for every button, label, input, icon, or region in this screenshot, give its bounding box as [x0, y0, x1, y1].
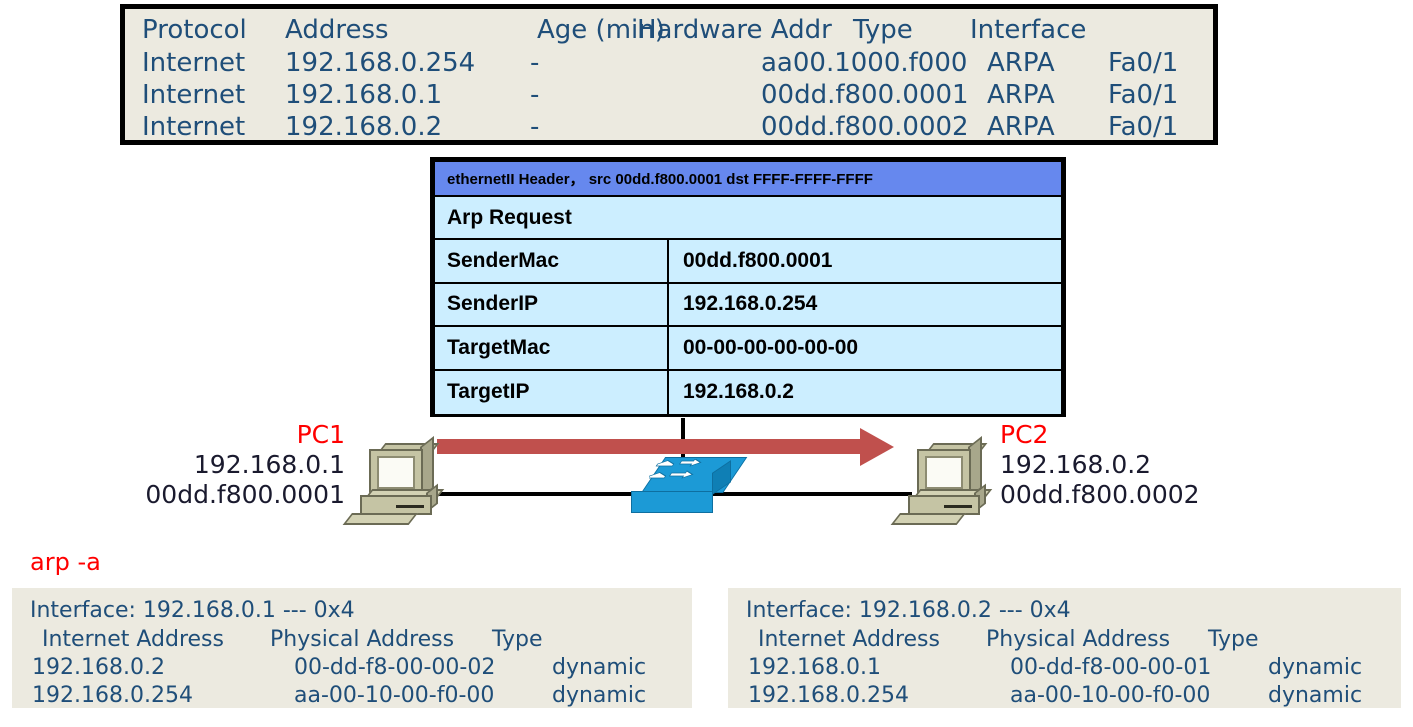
flow-arrow-shaft	[437, 439, 862, 454]
pc1-mac: 00dd.f800.0001	[145, 480, 345, 509]
host-arp-header-row: Internet Address Physical Address Type	[728, 625, 1401, 654]
cell-protocol: Internet	[142, 80, 246, 110]
table-row: 192.168.0.2 00-dd-f8-00-00-02 dynamic	[12, 653, 692, 682]
field-value: 192.168.0.2	[683, 380, 794, 404]
switch-icon	[631, 457, 748, 517]
column-header-internet-address: Internet Address	[42, 627, 224, 652]
cell-physical-address: 00-dd-f8-00-00-01	[1010, 655, 1212, 680]
field-key: TargetIP	[435, 370, 669, 414]
cell-address: 192.168.0.2	[285, 112, 443, 142]
cell-age: -	[530, 112, 540, 142]
column-header-protocol: Protocol	[142, 15, 247, 45]
host-arp-cache-pc2: Interface: 192.168.0.2 --- 0x4 Internet …	[728, 588, 1401, 708]
table-row: Internet 192.168.0.254 - aa00.1000.f000 …	[125, 48, 1213, 78]
cell-hardware-addr: aa00.1000.f000	[761, 48, 968, 78]
arp-field-row-targetip: TargetIP 192.168.0.2	[435, 370, 1061, 414]
pc-drive-slot	[396, 505, 424, 508]
ethernet-header-row: ethernetII Header， src 00dd.f800.0001 ds…	[435, 162, 1061, 197]
cell-interface: Fa0/1	[1108, 112, 1179, 142]
table-row: 192.168.0.254 aa-00-10-00-f0-00 dynamic	[728, 681, 1401, 710]
pc2-label: PC2 192.168.0.2 00dd.f800.0002	[1000, 420, 1215, 510]
arp-operation-row: Arp Request	[435, 197, 1061, 240]
table-row: Internet 192.168.0.2 - 00dd.f800.0002 AR…	[125, 112, 1213, 142]
cell-hardware-addr: 00dd.f800.0002	[761, 112, 969, 142]
arp-field-row-senderip: SenderIP 192.168.0.254	[435, 283, 1061, 327]
router-arp-table: Protocol Address Age (min) Hardware Addr…	[120, 4, 1218, 145]
field-value: 00-00-00-00-00-00	[683, 335, 859, 359]
table-row: 192.168.0.254 aa-00-10-00-f0-00 dynamic	[12, 681, 692, 710]
column-header-physical-address: Physical Address	[270, 627, 455, 652]
switch-arrows-glyph	[649, 459, 702, 479]
column-header-type: Type	[492, 627, 543, 652]
pc-icon	[342, 436, 448, 529]
cell-internet-address: 192.168.0.1	[748, 655, 881, 680]
interface-text: Interface: 192.168.0.2 --- 0x4	[746, 598, 1071, 623]
pc-keyboard	[890, 513, 966, 525]
arp-field-row-targetmac: TargetMac 00-00-00-00-00-00	[435, 327, 1061, 371]
interface-text: Interface: 192.168.0.1 --- 0x4	[30, 598, 355, 623]
arp-command-label: arp -a	[30, 548, 101, 576]
cell-type: dynamic	[552, 683, 647, 708]
cell-type: ARPA	[987, 48, 1055, 78]
cell-type: dynamic	[552, 655, 647, 680]
cell-protocol: Internet	[142, 112, 246, 142]
pc1-label: PC1 192.168.0.1 00dd.f800.0001	[130, 420, 345, 510]
column-header-type: Type	[853, 15, 913, 45]
pc1-name: PC1	[296, 420, 345, 449]
field-value: 192.168.0.254	[683, 292, 818, 316]
cell-type: dynamic	[1268, 683, 1363, 708]
column-header-physical-address: Physical Address	[986, 627, 1171, 652]
column-header-address: Address	[285, 15, 389, 45]
pc2-ip: 192.168.0.2	[1000, 450, 1152, 479]
field-key: SenderIP	[435, 283, 669, 325]
column-header-hardware-addr: Hardware Addr	[637, 15, 832, 45]
cell-internet-address: 192.168.0.2	[32, 655, 165, 680]
field-key: TargetMac	[435, 327, 669, 369]
interface-line: Interface: 192.168.0.1 --- 0x4	[12, 596, 692, 625]
cell-internet-address: 192.168.0.254	[748, 683, 909, 708]
table-row: 192.168.0.1 00-dd-f8-00-00-01 dynamic	[728, 653, 1401, 682]
cell-interface: Fa0/1	[1108, 80, 1179, 110]
flow-arrow-head	[860, 428, 894, 466]
pc-screen	[377, 456, 415, 489]
cell-type: ARPA	[987, 112, 1055, 142]
pc-icon	[890, 436, 996, 529]
cell-age: -	[530, 48, 540, 78]
cell-physical-address: aa-00-10-00-f0-00	[294, 683, 495, 708]
host-arp-header-row: Internet Address Physical Address Type	[12, 625, 692, 654]
field-value: 00dd.f800.0001	[683, 248, 833, 272]
pc2-name: PC2	[1000, 420, 1049, 449]
table-row: Internet 192.168.0.1 - 00dd.f800.0001 AR…	[125, 80, 1213, 110]
column-header-interface: Interface	[970, 15, 1087, 45]
cell-age: -	[530, 80, 540, 110]
cell-internet-address: 192.168.0.254	[32, 683, 193, 708]
pc-drive-slot	[944, 505, 972, 508]
interface-line: Interface: 192.168.0.2 --- 0x4	[728, 596, 1401, 625]
pc2-mac: 00dd.f800.0002	[1000, 480, 1200, 509]
arp-packet-detail: ethernetII Header， src 00dd.f800.0001 ds…	[430, 157, 1066, 417]
arp-operation-label: Arp Request	[447, 205, 572, 229]
column-header-type: Type	[1208, 627, 1259, 652]
field-key: SenderMac	[435, 240, 669, 282]
arp-field-row-sendermac: SenderMac 00dd.f800.0001	[435, 240, 1061, 284]
pc-keyboard	[342, 513, 418, 525]
column-header-internet-address: Internet Address	[758, 627, 940, 652]
cell-type: ARPA	[987, 80, 1055, 110]
cell-interface: Fa0/1	[1108, 48, 1179, 78]
host-arp-cache-pc1: Interface: 192.168.0.1 --- 0x4 Internet …	[12, 588, 692, 708]
cell-address: 192.168.0.1	[285, 80, 443, 110]
cell-physical-address: aa-00-10-00-f0-00	[1010, 683, 1211, 708]
pc-screen	[925, 456, 963, 489]
cell-address: 192.168.0.254	[285, 48, 476, 78]
cell-type: dynamic	[1268, 655, 1363, 680]
switch-front-face	[631, 491, 713, 513]
ethernet-header-text: ethernetII Header， src 00dd.f800.0001 ds…	[447, 171, 873, 188]
router-arp-header-row: Protocol Address Age (min) Hardware Addr…	[125, 15, 1213, 45]
pc1-ip: 192.168.0.1	[193, 450, 345, 479]
cell-hardware-addr: 00dd.f800.0001	[761, 80, 969, 110]
cell-protocol: Internet	[142, 48, 246, 78]
cell-physical-address: 00-dd-f8-00-00-02	[294, 655, 496, 680]
